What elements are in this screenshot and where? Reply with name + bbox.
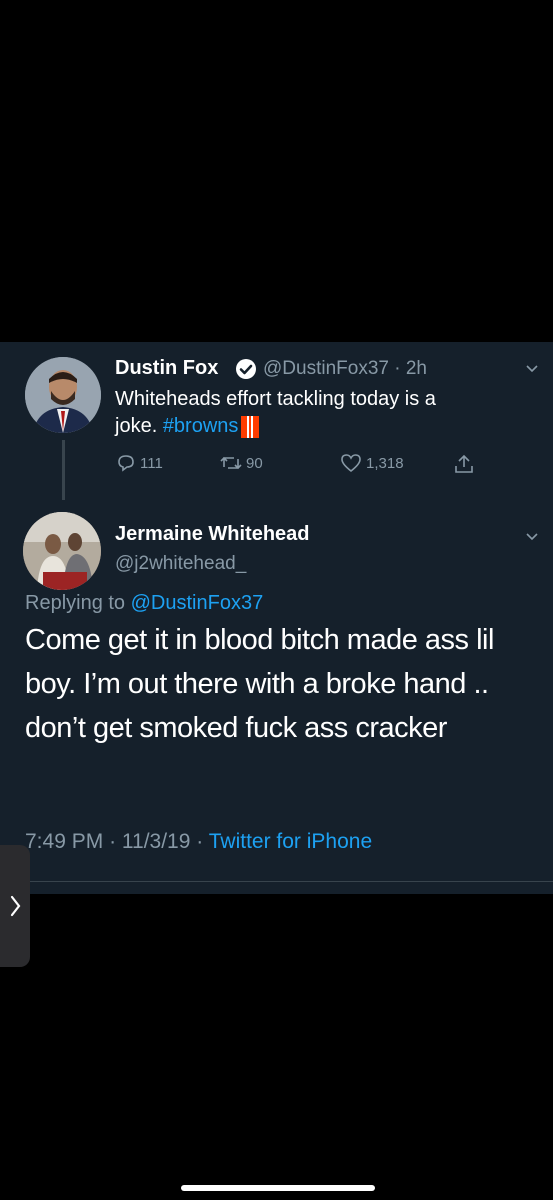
tweet-handle-time: @DustinFox37 · 2h [263, 358, 427, 380]
retweet-count: 90 [246, 454, 263, 472]
chevron-down-icon[interactable] [526, 531, 538, 543]
retweet-icon [220, 456, 242, 470]
tweet-author-name[interactable]: Dustin Fox [115, 357, 218, 380]
browns-helmet-emoji-icon [241, 415, 260, 438]
separator: · [394, 358, 401, 379]
reply-action[interactable]: 111 [116, 453, 163, 473]
hashtag-browns[interactable]: #browns [163, 413, 239, 440]
chevron-down-icon[interactable] [526, 363, 538, 375]
reply-meta: 7:49 PM · 11/3/19 · Twitter for iPhone [25, 830, 372, 854]
tweet-time[interactable]: 2h [406, 358, 427, 379]
tweet-handle[interactable]: @DustinFox37 [263, 358, 389, 379]
jermaine-whitehead-avatar[interactable] [23, 512, 101, 590]
tweet-text-prefix: joke. [115, 415, 163, 437]
reply-author-name[interactable]: Jermaine Whitehead [115, 523, 310, 546]
chevron-right-icon [10, 895, 21, 917]
reply-date: 11/3/19 [121, 830, 191, 853]
divider [0, 881, 553, 882]
thread-connector [62, 440, 65, 500]
replying-to-handle[interactable]: @DustinFox37 [131, 592, 264, 614]
reply-source[interactable]: Twitter for iPhone [209, 830, 372, 853]
dustin-fox-avatar[interactable] [25, 357, 101, 433]
tweet-text-line2: joke. #browns [115, 413, 436, 440]
retweet-action[interactable]: 90 [220, 453, 263, 473]
like-count: 1,318 [366, 454, 404, 472]
home-indicator[interactable] [181, 1185, 375, 1191]
separator: · [196, 830, 204, 853]
side-expand-tab[interactable] [0, 845, 30, 967]
tweet-text-line1: Whiteheads effort tackling today is a [115, 388, 436, 410]
like-action[interactable]: 1,318 [340, 453, 404, 473]
reply-handle[interactable]: @j2whitehead_ [115, 553, 246, 575]
verified-badge-icon [236, 359, 256, 379]
like-icon [341, 454, 361, 473]
share-icon [455, 454, 473, 473]
tweet-text: Whiteheads effort tackling today is a jo… [115, 386, 436, 440]
reply-icon [118, 455, 134, 472]
replying-to-label: Replying to [25, 592, 131, 614]
share-action[interactable] [453, 453, 475, 475]
reply-text: Come get it in blood bitch made ass lil … [25, 624, 494, 744]
replying-to: Replying to @DustinFox37 [25, 592, 263, 615]
reply-count: 111 [140, 454, 163, 472]
reply-time: 7:49 PM [25, 830, 104, 853]
separator: · [109, 830, 117, 853]
